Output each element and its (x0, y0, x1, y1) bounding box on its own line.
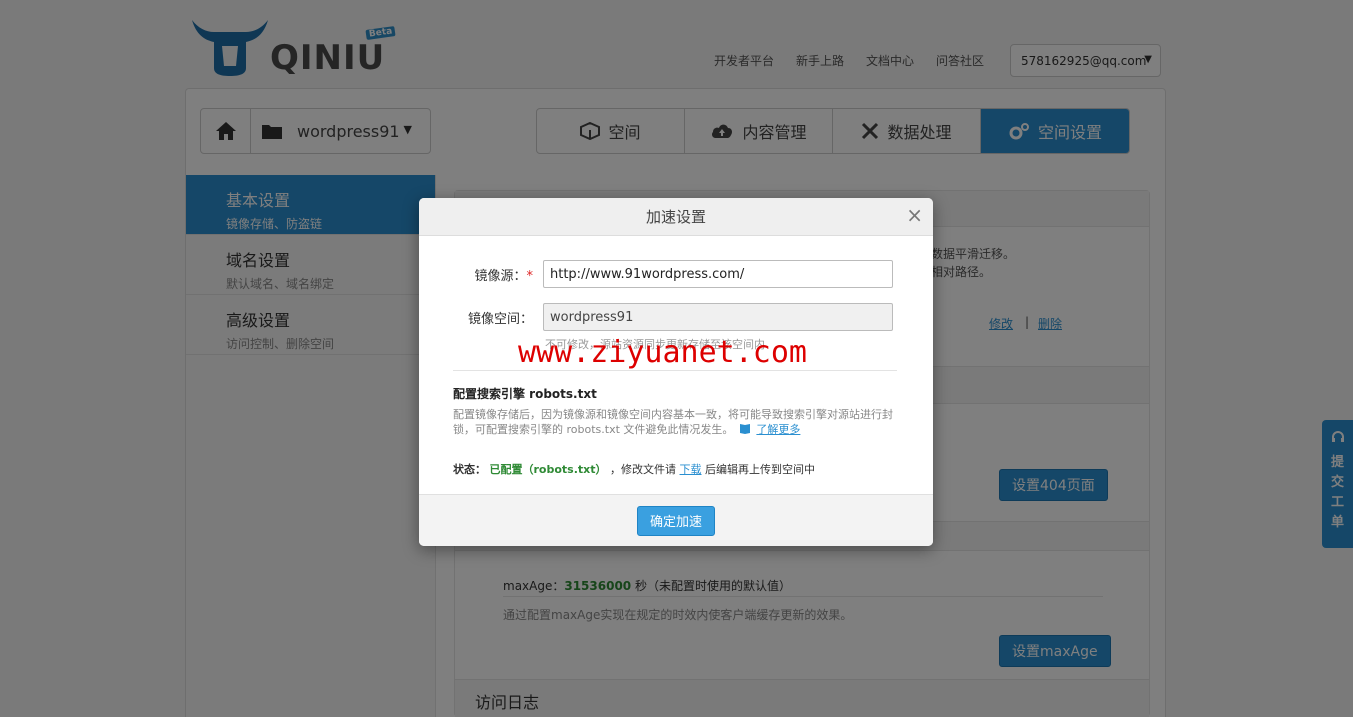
acceleration-settings-dialog: 加速设置 × 镜像源：* 镜像空间： 不可修改，源站资源同步更新存储至该空间内 … (419, 198, 933, 546)
dialog-title: 加速设置 (645, 208, 706, 226)
required-asterisk: * (526, 269, 534, 284)
robots-section-title: 配置搜索引擎 robots.txt (453, 387, 597, 401)
book-icon (739, 424, 750, 434)
learn-more-link[interactable]: 了解更多 (756, 423, 800, 436)
status-tail: 后编辑再上传到空间中 (705, 463, 816, 476)
mirror-space-input (543, 303, 893, 331)
robots-desc-text: 配置镜像存储后，因为镜像源和镜像空间内容基本一致，将可能导致搜索引擎对源站进行封… (453, 408, 893, 436)
dialog-footer: 确定加速 (419, 494, 933, 546)
watermark-text: www.ziyuanet.com (518, 335, 807, 370)
divider (453, 370, 897, 371)
label-text: 镜像源： (474, 269, 527, 284)
mirror-source-input[interactable] (543, 260, 893, 288)
status-label: 状态： (453, 463, 486, 476)
close-icon[interactable]: × (906, 205, 923, 225)
status-text: ，修改文件请 (610, 463, 677, 476)
mirror-space-label: 镜像空间： (467, 312, 533, 327)
dialog-header: 加速设置 × (419, 198, 933, 236)
status-value: 已配置（robots.txt） (489, 463, 607, 476)
download-link[interactable]: 下载 (680, 463, 702, 476)
mirror-source-label: 镜像源：* (474, 265, 533, 284)
robots-status: 状态： 已配置（robots.txt） ，修改文件请 下载 后编辑再上传到空间中 (453, 461, 815, 477)
confirm-acceleration-button[interactable]: 确定加速 (636, 505, 715, 536)
robots-description: 配置镜像存储后，因为镜像源和镜像空间内容基本一致，将可能导致搜索引擎对源站进行封… (453, 407, 893, 437)
